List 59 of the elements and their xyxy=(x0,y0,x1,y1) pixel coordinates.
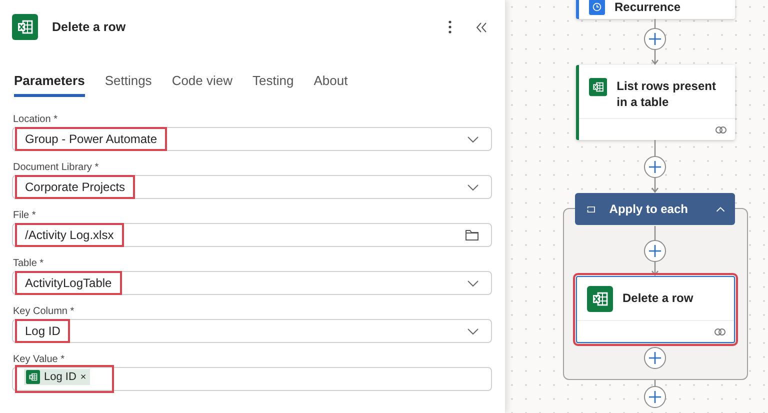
tab[interactable]: Parameters xyxy=(14,73,85,97)
connector-arrow xyxy=(651,50,659,65)
field-value: Log ID xyxy=(15,319,70,343)
connector-line xyxy=(654,380,656,386)
field-label: Location * xyxy=(13,114,58,126)
tab[interactable]: Settings xyxy=(104,73,152,97)
field-value: Group - Power Automate xyxy=(15,127,168,151)
more-options-icon[interactable] xyxy=(448,20,452,34)
tab[interactable]: About xyxy=(314,73,348,97)
action-card[interactable]: List rows present in a table xyxy=(576,65,734,140)
link-icon xyxy=(714,328,726,336)
connector-arrow xyxy=(651,178,659,193)
dropdown[interactable]: Corporate Projects xyxy=(12,175,492,199)
action-title: Delete a row xyxy=(622,290,694,306)
connector-line xyxy=(654,140,656,156)
remove-token-button[interactable]: × xyxy=(80,372,86,382)
token-label: Log ID xyxy=(44,371,76,383)
field-label: Key Value * xyxy=(13,354,66,366)
input-field[interactable]: Log ID × xyxy=(12,367,492,391)
loop-icon xyxy=(587,204,596,214)
dropdown[interactable]: Group - Power Automate xyxy=(12,127,492,151)
add-step-button[interactable] xyxy=(644,386,666,408)
tab[interactable]: Code view xyxy=(172,73,233,97)
add-step-button[interactable] xyxy=(644,347,666,369)
tab[interactable]: Testing xyxy=(252,73,294,97)
add-step-button[interactable] xyxy=(644,156,666,178)
field-label: Document Library * xyxy=(13,162,100,174)
field-value: Corporate Projects xyxy=(15,175,136,199)
panel-title: Delete a row xyxy=(52,20,126,34)
excel-icon xyxy=(12,14,38,40)
dropdown[interactable]: ActivityLogTable xyxy=(12,271,492,295)
field-label: Table * xyxy=(13,258,45,270)
chevron-down-icon xyxy=(467,184,479,190)
chevron-down-icon xyxy=(467,328,479,334)
link-icon xyxy=(714,126,726,134)
chevron-down-icon xyxy=(467,136,479,142)
action-title: List rows present in a table xyxy=(616,78,717,110)
clock-icon xyxy=(588,0,604,14)
connector-arrow xyxy=(651,262,659,276)
collapse-icon[interactable] xyxy=(476,22,487,32)
dropdown[interactable]: Log ID xyxy=(12,319,492,343)
connector-line xyxy=(654,19,656,28)
loop-title: Apply to each xyxy=(609,202,688,216)
chevron-down-icon xyxy=(467,280,479,286)
add-step-button[interactable] xyxy=(644,240,666,262)
action-card[interactable]: Recurrence xyxy=(576,0,734,19)
excel-icon xyxy=(586,286,612,312)
field-value: ActivityLogTable xyxy=(15,271,122,295)
folder-icon[interactable] xyxy=(465,229,479,241)
field-label: File * xyxy=(13,210,37,222)
loop-header[interactable]: Apply to each xyxy=(575,193,735,225)
action-title: Recurrence xyxy=(614,0,681,14)
excel-icon xyxy=(26,370,40,384)
input-field[interactable]: /Activity Log.xlsx xyxy=(12,223,492,247)
field-value: /Activity Log.xlsx xyxy=(15,223,124,247)
field-label: Key Column * xyxy=(13,306,76,318)
token-chip[interactable]: Log ID × xyxy=(24,369,90,385)
connector-line xyxy=(654,226,656,240)
add-step-button[interactable] xyxy=(644,28,666,50)
